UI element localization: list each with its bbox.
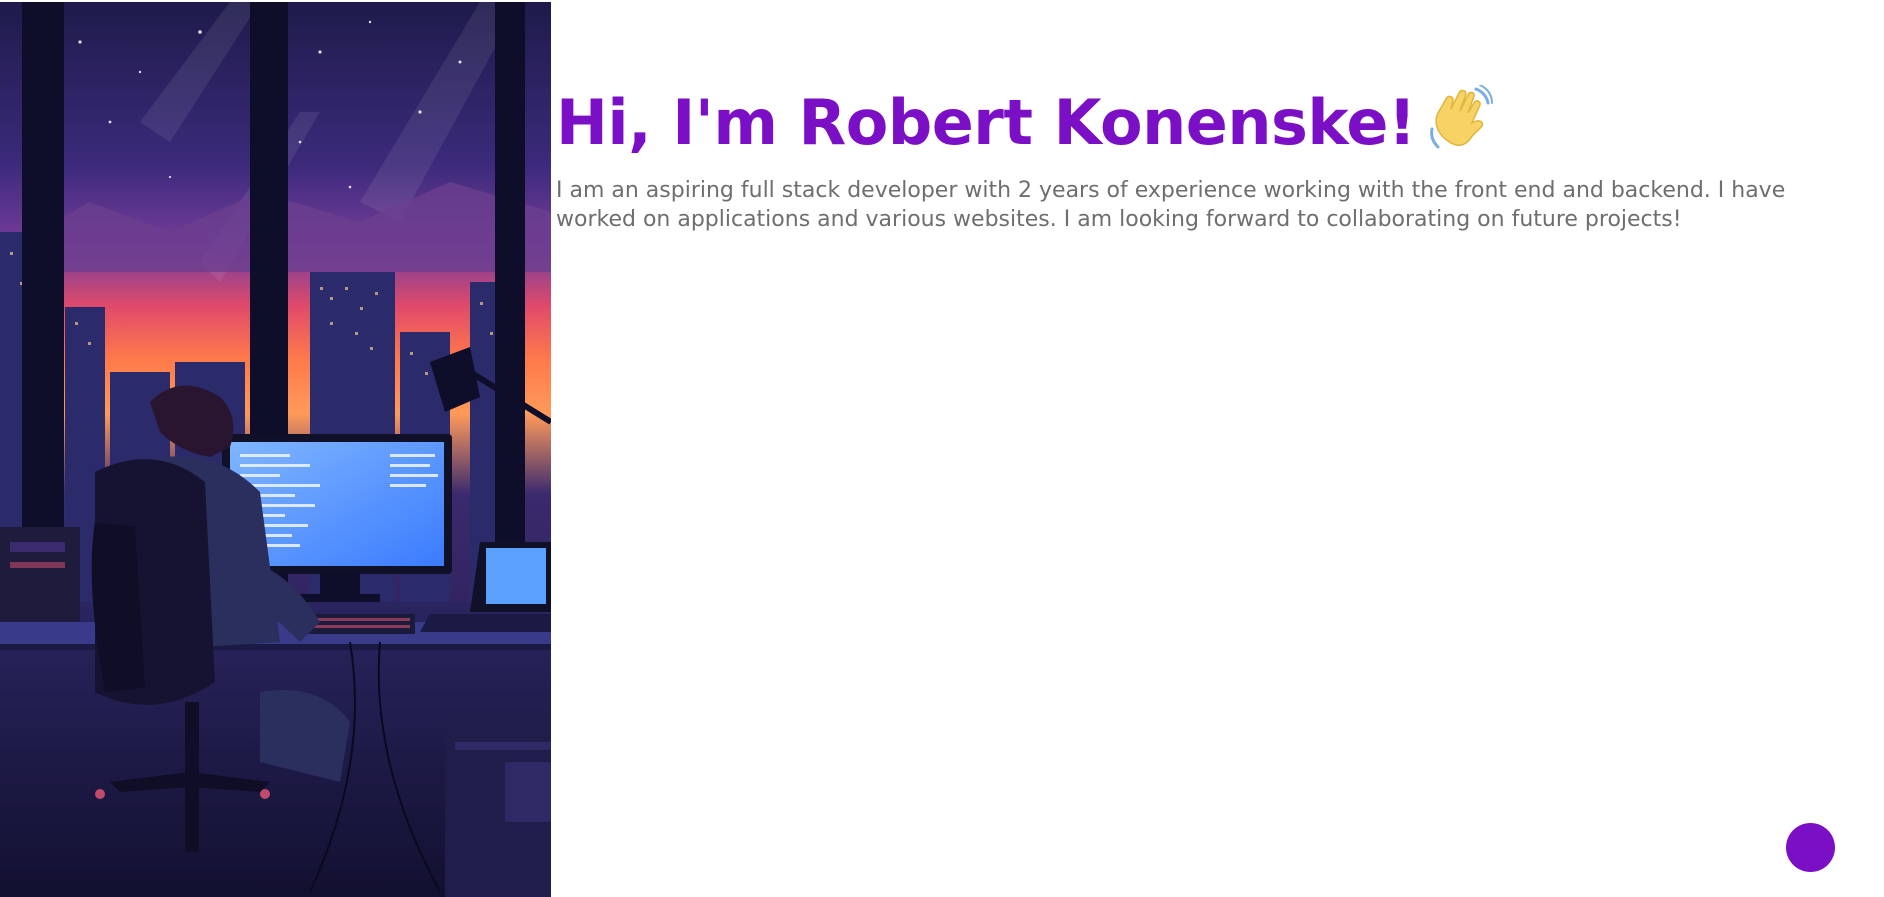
intro-section: Hi, I'm Robert Konenske! I am an aspirin… <box>556 80 1856 234</box>
page-title: Hi, I'm Robert Konenske! <box>556 80 1856 166</box>
floating-action-button[interactable] <box>1786 823 1835 872</box>
bio-paragraph: I am an aspiring full stack developer wi… <box>556 178 1786 232</box>
page: Hi, I'm Robert Konenske! I am an aspirin… <box>0 0 1884 897</box>
waving-hand-icon <box>1426 83 1494 153</box>
hero-illustration <box>0 2 551 897</box>
developer-desk-illustration <box>0 2 551 897</box>
headline-text: Hi, I'm Robert Konenske! <box>556 86 1416 159</box>
